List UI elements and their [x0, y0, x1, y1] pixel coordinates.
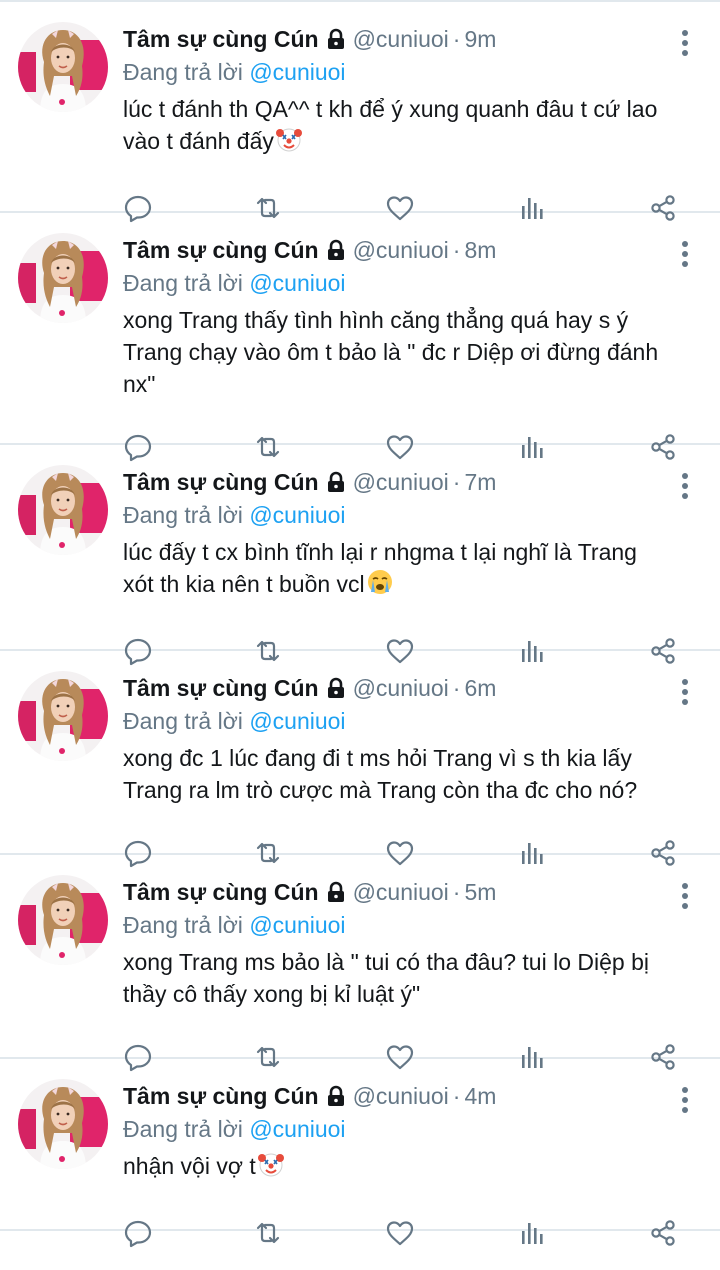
- avatar[interactable]: [18, 465, 108, 555]
- tweet-text: nhận vội vợ t: [123, 1150, 660, 1186]
- clown-face-icon: [257, 1150, 285, 1186]
- reply-handle-link[interactable]: @cuniuoi: [249, 1116, 345, 1142]
- more-options-icon[interactable]: [680, 679, 690, 705]
- reply-prefix: Đang trả lời: [123, 502, 243, 528]
- tweet-text: xong Trang thấy tình hình căng thẳng quá…: [123, 304, 660, 400]
- lock-icon: [325, 880, 347, 910]
- reply-handle-link[interactable]: @cuniuoi: [249, 708, 345, 734]
- avatar[interactable]: [18, 875, 108, 965]
- retweet-icon[interactable]: [253, 1218, 283, 1248]
- handle[interactable]: @cuniuoi: [353, 469, 449, 495]
- timestamp[interactable]: 6m: [464, 675, 496, 701]
- tweet-header: Tâm sự cùng Cún @cuniuoi · 4m: [123, 1081, 660, 1114]
- tweet-header: Tâm sự cùng Cún @cuniuoi · 6m: [123, 673, 660, 706]
- reply-context: Đang trả lời @cuniuoi: [123, 910, 660, 940]
- lock-icon: [325, 1084, 347, 1114]
- tweet[interactable]: Tâm sự cùng Cún @cuniuoi · 5m Đang trả lời …: [0, 855, 720, 1072]
- tweet-body: lúc t đánh th QA^^ t kh để ý xung quanh …: [123, 96, 658, 154]
- tweet[interactable]: Tâm sự cùng Cún @cuniuoi · 7m Đang trả lời …: [0, 445, 720, 666]
- more-options-icon[interactable]: [680, 241, 690, 267]
- reply-context: Đang trả lời @cuniuoi: [123, 57, 660, 87]
- more-options-icon[interactable]: [680, 473, 690, 499]
- reply-icon[interactable]: [123, 1218, 153, 1248]
- like-icon[interactable]: [385, 1218, 415, 1248]
- lock-icon: [325, 27, 347, 57]
- display-name[interactable]: Tâm sự cùng Cún: [123, 879, 319, 905]
- reply-handle-link[interactable]: @cuniuoi: [249, 912, 345, 938]
- timestamp[interactable]: 4m: [464, 1083, 496, 1109]
- handle[interactable]: @cuniuoi: [353, 879, 449, 905]
- tweet-body: xong Trang ms bảo là " tui có tha đâu? t…: [123, 949, 649, 1007]
- tweet-feed: Tâm sự cùng Cún @cuniuoi · 9m Đang trả lời …: [0, 0, 720, 1248]
- timestamp[interactable]: 9m: [464, 26, 496, 52]
- lock-icon: [325, 238, 347, 268]
- crying-face-icon: [366, 568, 394, 604]
- separator-dot: ·: [452, 469, 461, 495]
- display-name[interactable]: Tâm sự cùng Cún: [123, 237, 319, 263]
- tweet-text: lúc đấy t cx bình tĩnh lại r nhgma t lại…: [123, 536, 660, 604]
- reply-handle-link[interactable]: @cuniuoi: [249, 270, 345, 296]
- tweet-header: Tâm sự cùng Cún @cuniuoi · 5m: [123, 877, 660, 910]
- analytics-icon[interactable]: [517, 1218, 547, 1248]
- timestamp[interactable]: 7m: [464, 469, 496, 495]
- handle[interactable]: @cuniuoi: [353, 26, 449, 52]
- lock-icon: [325, 676, 347, 706]
- reply-context: Đang trả lời @cuniuoi: [123, 1114, 660, 1144]
- reply-prefix: Đang trả lời: [123, 1116, 243, 1142]
- tweet-body: nhận vội vợ t: [123, 1153, 256, 1179]
- tweet[interactable]: Tâm sự cùng Cún @cuniuoi · 9m Đang trả lời …: [0, 2, 720, 223]
- avatar[interactable]: [18, 22, 108, 112]
- avatar[interactable]: [18, 233, 108, 323]
- more-options-icon[interactable]: [680, 1087, 690, 1113]
- share-icon[interactable]: [648, 1218, 678, 1248]
- display-name[interactable]: Tâm sự cùng Cún: [123, 675, 319, 701]
- reply-context: Đang trả lời @cuniuoi: [123, 268, 660, 298]
- handle[interactable]: @cuniuoi: [353, 237, 449, 263]
- tweet[interactable]: Tâm sự cùng Cún @cuniuoi · 8m Đang trả lời …: [0, 213, 720, 462]
- avatar[interactable]: [18, 671, 108, 761]
- tweet-actions: [0, 1200, 720, 1270]
- reply-prefix: Đang trả lời: [123, 912, 243, 938]
- tweet[interactable]: Tâm sự cùng Cún @cuniuoi · 4m Đang trả lời …: [0, 1059, 720, 1248]
- tweet-text: xong Trang ms bảo là " tui có tha đâu? t…: [123, 946, 660, 1010]
- timestamp[interactable]: 5m: [464, 879, 496, 905]
- tweet-text: lúc t đánh th QA^^ t kh để ý xung quanh …: [123, 93, 660, 161]
- more-options-icon[interactable]: [680, 883, 690, 909]
- tweet-body: xong đc 1 lúc đang đi t ms hỏi Trang vì …: [123, 745, 638, 803]
- display-name[interactable]: Tâm sự cùng Cún: [123, 469, 319, 495]
- tweet-header: Tâm sự cùng Cún @cuniuoi · 7m: [123, 467, 660, 500]
- handle[interactable]: @cuniuoi: [353, 675, 449, 701]
- reply-handle-link[interactable]: @cuniuoi: [249, 59, 345, 85]
- reply-context: Đang trả lời @cuniuoi: [123, 706, 660, 736]
- separator-dot: ·: [452, 1083, 461, 1109]
- tweet-header: Tâm sự cùng Cún @cuniuoi · 9m: [123, 24, 660, 57]
- timestamp[interactable]: 8m: [464, 237, 496, 263]
- separator-dot: ·: [452, 675, 461, 701]
- handle[interactable]: @cuniuoi: [353, 1083, 449, 1109]
- reply-context: Đang trả lời @cuniuoi: [123, 500, 660, 530]
- display-name[interactable]: Tâm sự cùng Cún: [123, 26, 319, 52]
- tweet-header: Tâm sự cùng Cún @cuniuoi · 8m: [123, 235, 660, 268]
- display-name[interactable]: Tâm sự cùng Cún: [123, 1083, 319, 1109]
- clown-face-icon: [275, 125, 303, 161]
- separator-dot: ·: [452, 26, 461, 52]
- avatar[interactable]: [18, 1079, 108, 1169]
- reply-handle-link[interactable]: @cuniuoi: [249, 502, 345, 528]
- reply-prefix: Đang trả lời: [123, 59, 243, 85]
- reply-prefix: Đang trả lời: [123, 708, 243, 734]
- reply-prefix: Đang trả lời: [123, 270, 243, 296]
- lock-icon: [325, 470, 347, 500]
- tweet[interactable]: Tâm sự cùng Cún @cuniuoi · 6m Đang trả lời …: [0, 651, 720, 868]
- separator-dot: ·: [452, 237, 461, 263]
- separator-dot: ·: [452, 879, 461, 905]
- tweet-body: xong Trang thấy tình hình căng thẳng quá…: [123, 307, 659, 397]
- more-options-icon[interactable]: [680, 30, 690, 56]
- tweet-text: xong đc 1 lúc đang đi t ms hỏi Trang vì …: [123, 742, 660, 806]
